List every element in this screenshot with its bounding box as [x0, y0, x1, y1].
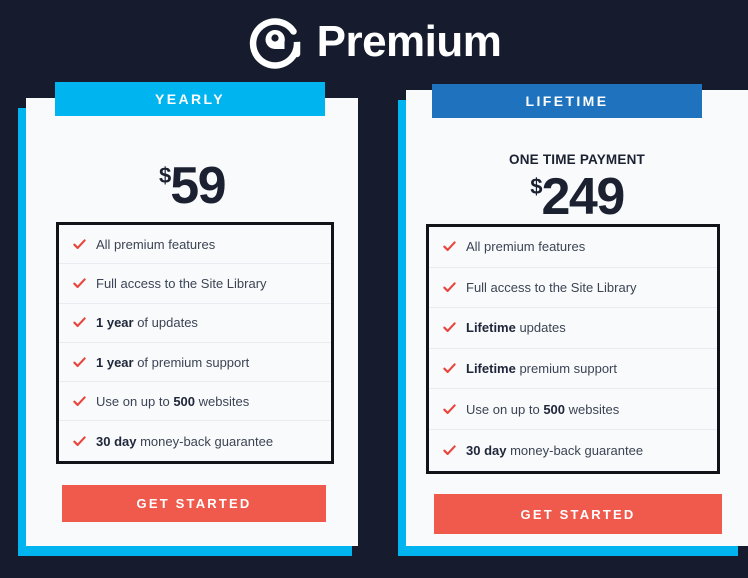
lifetime-price: $249: [406, 171, 748, 223]
yearly-feature-list: All premium features Full access to the S…: [56, 222, 334, 464]
feature-item: All premium features: [429, 227, 717, 268]
feature-item: All premium features: [59, 225, 331, 265]
yearly-price: $59: [26, 160, 358, 212]
lifetime-amount: 249: [541, 168, 625, 226]
lifetime-price-block: ONE TIME PAYMENT $249: [406, 152, 748, 223]
check-icon-wrap: [443, 362, 456, 375]
check-icon-wrap: [443, 240, 456, 253]
yearly-plan-badge: YEARLY: [55, 82, 325, 116]
feature-item: Full access to the Site Library: [59, 264, 331, 304]
lifetime-plan-badge: LIFETIME: [432, 84, 702, 118]
feature-label: All premium features: [466, 239, 586, 255]
check-icon: [73, 356, 86, 367]
check-icon: [73, 435, 86, 446]
check-icon: [73, 396, 86, 406]
page-title: Premium: [316, 17, 502, 66]
feature-label: Use on up to 500 websites: [96, 393, 250, 409]
feature-item: Full access to the Site Library: [429, 268, 717, 309]
plan-card-yearly: $59 All premium features Full access to t…: [18, 82, 358, 556]
check-icon: [73, 278, 86, 288]
yearly-amount: 59: [170, 157, 226, 215]
feature-item: Lifetime updates: [429, 308, 717, 349]
feature-label: Lifetime updates: [466, 320, 566, 336]
check-icon: [73, 238, 86, 249]
check-icon-wrap: [73, 277, 86, 290]
feature-label: 30 day money-back guarantee: [96, 433, 274, 449]
lifetime-card-body: ONE TIME PAYMENT $249 All premium featur…: [406, 90, 748, 546]
feature-label: Full access to the Site Library: [466, 279, 637, 295]
feature-label: 30 day money-back guarantee: [466, 442, 644, 458]
feature-label: Use on up to 500 websites: [466, 401, 620, 417]
check-icon: [443, 363, 456, 374]
feature-item: 1 year of updates: [59, 304, 331, 343]
feature-label: 1 year of premium support: [96, 354, 250, 370]
feature-label: Full access to the Site Library: [96, 275, 267, 291]
check-icon-wrap: [73, 435, 86, 448]
check-icon: [443, 282, 456, 292]
pricing-page: Premium $59 All premium features Full acc…: [0, 0, 748, 578]
feature-item: 1 year of premium support: [59, 343, 331, 383]
feature-label: All premium features: [96, 236, 216, 252]
feature-item: Use on up to 500 websites: [429, 389, 717, 430]
check-icon-wrap: [73, 238, 86, 251]
check-icon-wrap: [443, 403, 456, 416]
lifetime-get-started-button[interactable]: GET STARTED: [434, 494, 722, 534]
feature-label: 1 year of updates: [96, 315, 198, 331]
check-icon-wrap: [443, 321, 456, 334]
check-icon: [443, 445, 456, 455]
feature-label: Lifetime premium support: [466, 361, 617, 377]
lifetime-currency: $: [530, 174, 542, 199]
feature-item: 30 day money-back guarantee: [59, 421, 331, 460]
feature-item: Use on up to 500 websites: [59, 382, 331, 422]
check-icon: [443, 241, 456, 252]
brand-header: Premium: [0, 8, 748, 76]
check-icon-wrap: [73, 395, 86, 408]
check-icon: [443, 404, 456, 414]
check-icon-wrap: [73, 356, 86, 369]
lifetime-subtitle: ONE TIME PAYMENT: [509, 152, 645, 167]
check-icon-wrap: [443, 281, 456, 294]
lifetime-feature-list: All premium features Full access to the S…: [426, 224, 720, 474]
feature-item: Lifetime premium support: [429, 349, 717, 390]
feature-item: 30 day money-back guarantee: [429, 430, 717, 471]
premium-circle-logo-icon: [249, 18, 300, 69]
yearly-currency: $: [158, 163, 171, 188]
yearly-price-block: $59: [26, 160, 358, 212]
check-icon: [73, 317, 86, 328]
yearly-get-started-button[interactable]: GET STARTED: [62, 485, 326, 522]
check-icon-wrap: [443, 444, 456, 457]
check-icon-wrap: [73, 316, 86, 329]
check-icon: [443, 322, 456, 333]
yearly-card-body: $59 All premium features Full access to t…: [26, 98, 358, 546]
plan-card-lifetime: ONE TIME PAYMENT $249 All premium featur…: [398, 84, 748, 560]
